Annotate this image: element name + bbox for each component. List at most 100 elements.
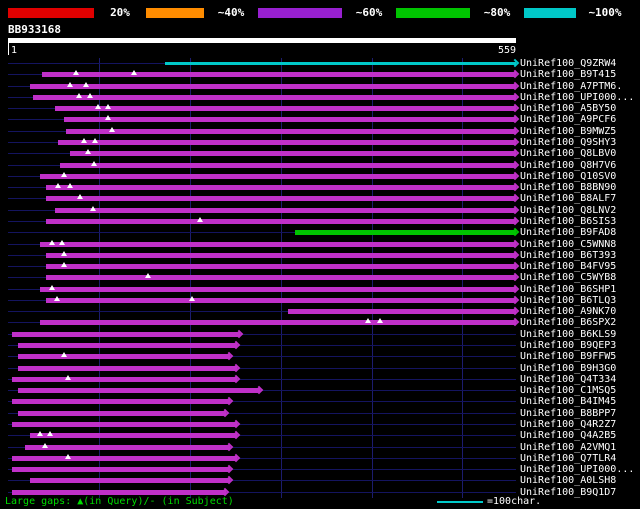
alignment-bar[interactable] [46,185,516,190]
key-percent-label: ~80% [483,6,511,19]
alignment-bar[interactable] [46,196,516,201]
hit-name[interactable]: UniRef100_B6T393 [520,250,616,261]
hit-name[interactable]: UniRef100_B9QEP3 [520,340,616,351]
alignment-bar[interactable] [12,422,237,427]
hit-name[interactable]: UniRef100_B8BN90 [520,182,616,193]
hit-name[interactable]: UniRef100_UPI000... [520,464,634,475]
alignment-bar[interactable] [40,174,516,179]
alignment-bar[interactable] [46,253,516,258]
hit-name[interactable]: UniRef100_Q8H7V6 [520,160,616,171]
alignment-bar[interactable] [18,354,230,359]
gap-marker-icon [131,70,137,75]
alignment-bar[interactable] [60,163,516,168]
hit-name[interactable]: UniRef100_Q7TLR4 [520,453,616,464]
gap-marker-icon [91,161,97,166]
gap-marker-icon [37,431,43,436]
hit-name[interactable]: UniRef100_B6TLQ3 [520,295,616,306]
gap-marker-icon [54,296,60,301]
hit-name[interactable]: UniRef100_A5BY50 [520,103,616,114]
alignment-bar[interactable] [46,219,516,224]
alignment-bar[interactable] [165,62,516,65]
alignment-bar[interactable] [18,411,226,416]
alignment-bar[interactable] [33,95,516,100]
hit-name[interactable]: UniRef100_B9FAD8 [520,227,616,238]
hit-name[interactable]: UniRef100_B4IM45 [520,396,616,407]
alignment-bar[interactable] [30,478,230,483]
alignment-bar[interactable] [12,377,237,382]
alignment-bar[interactable] [12,456,237,461]
alignment-bar[interactable] [55,106,516,111]
alignment-bar[interactable] [58,140,516,145]
gap-marker-icon [65,454,71,459]
alignment-bar[interactable] [18,388,260,393]
hit-row: UniRef100_B8BN90 [0,182,640,193]
hit-row: UniRef100_A2VMQ1 [0,442,640,453]
gap-marker-icon [109,127,115,132]
alignment-bar[interactable] [295,230,516,235]
hit-name[interactable]: UniRef100_UPI000... [520,92,634,103]
hit-name[interactable]: UniRef100_B6KLS9 [520,329,616,340]
gap-marker-icon [95,104,101,109]
hit-name[interactable]: UniRef100_Q10SV0 [520,171,616,182]
hit-row: UniRef100_UPI000... [0,464,640,475]
key-percent-label: ~100% [588,6,622,19]
alignment-bar[interactable] [40,320,516,325]
alignment-bar[interactable] [25,445,230,450]
alignment-bar[interactable] [12,332,240,337]
gap-marker-icon [49,285,55,290]
hit-name[interactable]: UniRef100_C1MSQ5 [520,385,616,396]
alignment-bar[interactable] [70,151,516,156]
hit-name[interactable]: UniRef100_Q8LBV0 [520,148,616,159]
alignment-bar[interactable] [12,399,230,404]
alignment-bar[interactable] [30,433,237,438]
alignment-bar[interactable] [18,366,237,371]
alignment-bar[interactable] [42,72,516,77]
hit-name[interactable]: UniRef100_B9MWZ5 [520,126,616,137]
hit-name[interactable]: UniRef100_A2VMQ1 [520,442,616,453]
hit-name[interactable]: UniRef100_A0LSH8 [520,475,616,486]
key-percent-label: 20% [110,6,130,19]
hit-name[interactable]: UniRef100_B6SPX2 [520,317,616,328]
hit-name[interactable]: UniRef100_Q4A2B5 [520,430,616,441]
hit-name[interactable]: UniRef100_B9FFW5 [520,351,616,362]
hit-name[interactable]: UniRef100_Q4R2Z7 [520,419,616,430]
alignment-bar[interactable] [40,287,516,292]
hit-name[interactable]: UniRef100_A9NK70 [520,306,616,317]
hit-row: UniRef100_B6KLS9 [0,329,640,340]
alignment-bar[interactable] [12,467,230,472]
hit-name[interactable]: UniRef100_A9PCF6 [520,114,616,125]
hit-name[interactable]: UniRef100_B9H3G0 [520,363,616,374]
alignment-bar[interactable] [55,208,516,213]
hit-name[interactable]: UniRef100_Q4T334 [520,374,616,385]
hit-name[interactable]: UniRef100_B9T415 [520,69,616,80]
hit-name[interactable]: UniRef100_B8ALF7 [520,193,616,204]
hit-name[interactable]: UniRef100_C5WYB8 [520,272,616,283]
alignment-bar[interactable] [18,343,237,348]
key-color-swatch [146,8,204,18]
alignment-bar[interactable] [288,309,516,314]
hit-name[interactable]: UniRef100_B4FV95 [520,261,616,272]
hit-row: UniRef100_B9FFW5 [0,351,640,362]
alignment-bar[interactable] [46,298,516,303]
hit-name[interactable]: UniRef100_Q9SHY3 [520,137,616,148]
gap-marker-icon [55,183,61,188]
alignment-bar[interactable] [30,84,516,89]
hit-name[interactable]: UniRef100_B8BPP7 [520,408,616,419]
gap-marker-icon [67,82,73,87]
hit-name[interactable]: UniRef100_C5WNN8 [520,239,616,250]
hit-name[interactable]: UniRef100_Q9ZRW4 [520,58,616,69]
hit-row: UniRef100_B6SIS3 [0,216,640,227]
alignment-bar[interactable] [40,242,516,247]
hit-name[interactable]: UniRef100_A7PTM6. [520,81,622,92]
alignment-bar[interactable] [12,490,226,495]
hit-row: UniRef100_B9H3G0 [0,363,640,374]
hit-name[interactable]: UniRef100_B6SHP1 [520,284,616,295]
hit-name[interactable]: UniRef100_Q8LNV2 [520,205,616,216]
alignment-bar[interactable] [66,129,516,134]
alignment-bar[interactable] [64,117,516,122]
hit-name[interactable]: UniRef100_B6SIS3 [520,216,616,227]
hit-row: UniRef100_A9PCF6 [0,114,640,125]
identity-color-key: 20% ~40% ~60% ~80% ~100% [8,6,634,19]
alignment-bar[interactable] [46,275,516,280]
alignment-bar[interactable] [46,264,516,269]
